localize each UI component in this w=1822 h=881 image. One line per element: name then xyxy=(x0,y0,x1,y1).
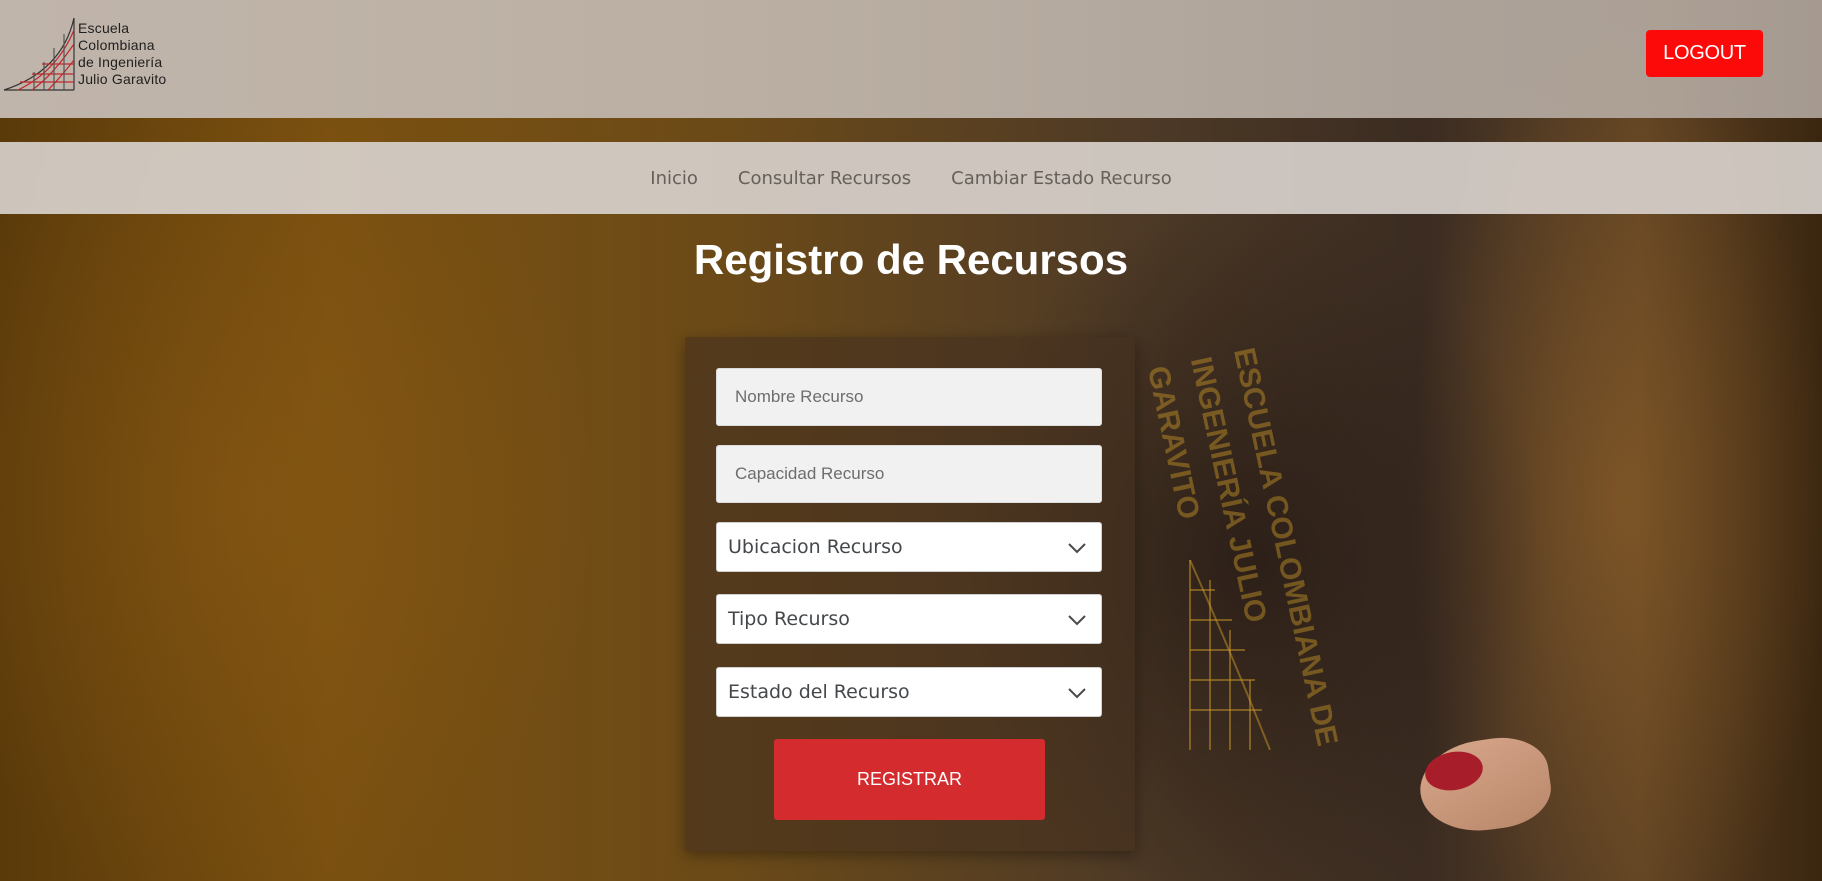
chevron-down-icon xyxy=(1068,615,1086,626)
main-nav: Inicio Consultar Recursos Cambiar Estado… xyxy=(0,142,1822,214)
resource-location-select[interactable]: Ubicacion Recurso xyxy=(716,522,1102,572)
nav-item-consultar-recursos[interactable]: Consultar Recursos xyxy=(738,168,911,189)
resource-capacity-input[interactable] xyxy=(716,445,1102,503)
background-fingernail xyxy=(1422,747,1486,795)
background-finger xyxy=(1414,731,1556,839)
background-book-emblem xyxy=(1189,560,1271,750)
logo-line: Julio Garavito xyxy=(78,71,167,87)
register-button[interactable]: REGISTRAR xyxy=(774,739,1045,820)
resource-form: Ubicacion Recurso Tipo Recurso Estado de… xyxy=(685,337,1135,851)
eci-logo[interactable]: Escuela Colombiana de Ingeniería Julio G… xyxy=(2,16,202,96)
nav-item-inicio[interactable]: Inicio xyxy=(650,168,698,189)
top-header: Escuela Colombiana de Ingeniería Julio G… xyxy=(0,0,1822,118)
nav-item-cambiar-estado-recurso[interactable]: Cambiar Estado Recurso xyxy=(951,168,1172,189)
logo-line: de Ingeniería xyxy=(78,54,163,70)
chevron-down-icon xyxy=(1068,688,1086,699)
resource-state-select[interactable]: Estado del Recurso xyxy=(716,667,1102,717)
chevron-down-icon xyxy=(1068,543,1086,554)
logo-line: Colombiana xyxy=(78,37,155,53)
select-value: Estado del Recurso xyxy=(728,681,910,703)
page-title: Registro de Recursos xyxy=(693,236,1129,283)
resource-type-select[interactable]: Tipo Recurso xyxy=(716,594,1102,644)
logo-text: Escuela Colombiana de Ingeniería Julio G… xyxy=(78,20,166,88)
select-value: Tipo Recurso xyxy=(728,608,850,630)
eci-logo-icon xyxy=(3,17,75,91)
resource-name-input[interactable] xyxy=(716,368,1102,426)
select-value: Ubicacion Recurso xyxy=(728,536,903,558)
logo-line: Escuela xyxy=(78,20,130,36)
logout-button[interactable]: LOGOUT xyxy=(1646,30,1763,77)
